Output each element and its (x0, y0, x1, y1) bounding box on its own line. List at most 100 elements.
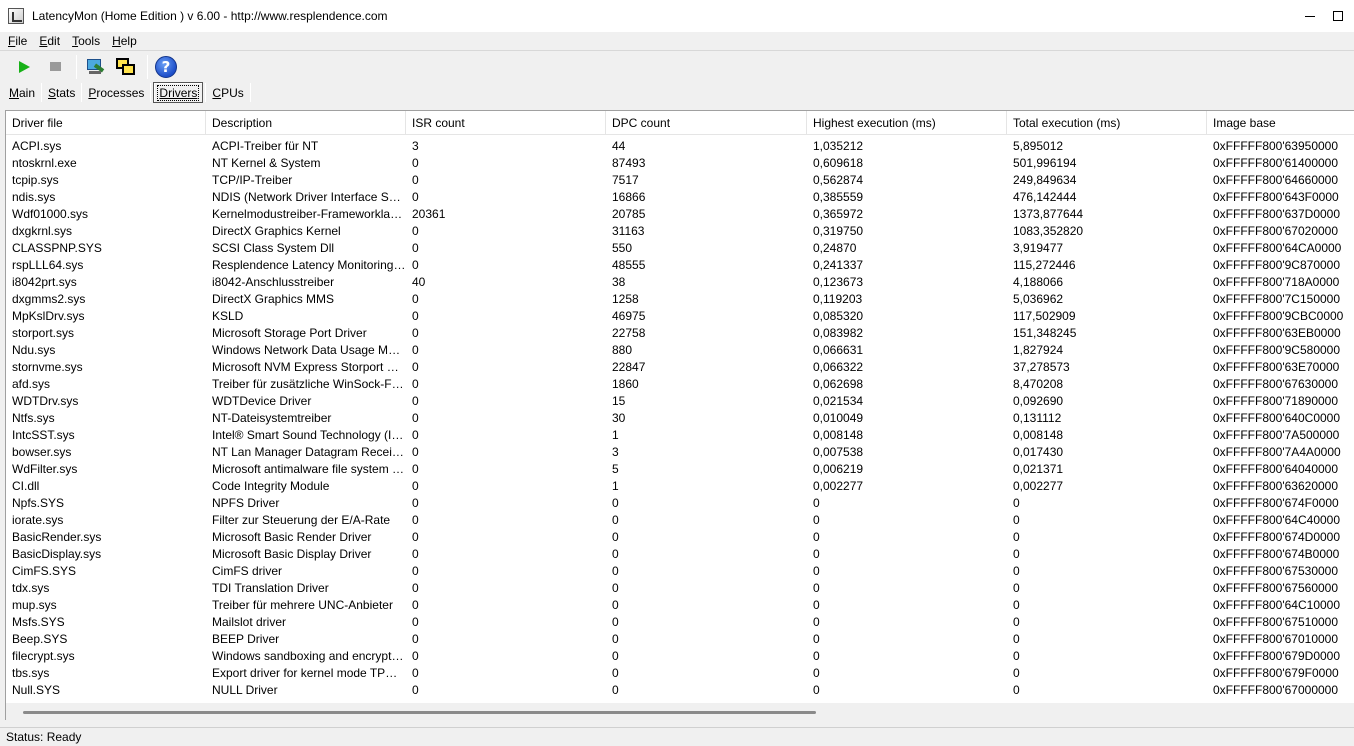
table-row[interactable]: tbs.sys Export driver for kernel mode TPM… (6, 664, 1354, 681)
cell-highest-execution: 0,008148 (813, 427, 864, 442)
tab-main[interactable]: Main (5, 82, 39, 103)
cell-highest-execution: 0,006219 (813, 461, 864, 476)
table-row[interactable]: ACPI.sys ACPI-Treiber für NT 3 44 1,035212 5,… (6, 137, 1354, 154)
table-row[interactable]: Beep.SYS BEEP Driver 0 0 0 0 0xFFFFF800'670100… (6, 630, 1354, 647)
column-header-description[interactable]: Description (206, 111, 406, 135)
table-row[interactable]: Npfs.SYS NPFS Driver 0 0 0 0 0xFFFFF800'674F00… (6, 494, 1354, 511)
minimize-button[interactable] (1287, 0, 1333, 32)
table-row[interactable]: BasicDisplay.sys Microsoft Basic Display … (6, 545, 1354, 562)
table-row[interactable]: storport.sys Microsoft Storage Port Drive… (6, 324, 1354, 341)
table-row[interactable]: tdx.sys TDI Translation Driver 0 0 0 0 0xFFFFF… (6, 579, 1354, 596)
monitor-settings-button[interactable] (81, 54, 109, 80)
cell-description: ACPI-Treiber für NT (212, 138, 319, 153)
cell-total-execution: 0,131112 (1013, 410, 1062, 425)
table-row[interactable]: WDTDrv.sys WDTDevice Driver 0 15 0,021534 0,0… (6, 392, 1354, 409)
table-row[interactable]: CimFS.SYS CimFS driver 0 0 0 0 0xFFFFF800'6753… (6, 562, 1354, 579)
cell-total-execution: 1083,352820 (1013, 223, 1084, 238)
column-header-image-base[interactable]: Image base (1207, 111, 1354, 135)
column-header-isr-count[interactable]: ISR count (406, 111, 606, 135)
cell-total-execution: 151,348245 (1013, 325, 1077, 340)
cell-image-base: 0xFFFFF800'63E70000 (1213, 359, 1340, 374)
cell-driver-file: WdFilter.sys (12, 461, 78, 476)
cell-description: Microsoft NVM Express Storport Mini... (212, 359, 406, 374)
table-row[interactable]: Wdf01000.sys Kernelmodustreiber-Framework… (6, 205, 1354, 222)
tab-processes[interactable]: Processes (84, 82, 148, 103)
help-icon: ? (155, 55, 177, 78)
menu-edit[interactable]: Edit (37, 34, 62, 48)
table-row[interactable]: mup.sys Treiber für mehrere UNC-Anbieter 0… (6, 596, 1354, 613)
table-row[interactable]: MpKslDrv.sys KSLD 0 46975 0,085320 117,502909… (6, 307, 1354, 324)
cell-driver-file: IntcSST.sys (12, 427, 75, 442)
table-row[interactable]: i8042prt.sys i8042-Anschlusstreiber 40 38 0,… (6, 273, 1354, 290)
help-button[interactable]: ? (152, 54, 180, 80)
table-row[interactable]: ntoskrnl.exe NT Kernel & System 0 87493 0,60… (6, 154, 1354, 171)
table-row[interactable]: bowser.sys NT Lan Manager Datagram Receiv… (6, 443, 1354, 460)
horizontal-scrollbar[interactable] (6, 703, 1354, 720)
list-header: Driver file Description ISR count DPC co… (6, 111, 1354, 135)
cell-total-execution: 0 (1013, 512, 1020, 527)
cell-highest-execution: 0 (813, 682, 820, 697)
column-header-highest-execution[interactable]: Highest execution (ms) (807, 111, 1007, 135)
table-row[interactable]: stornvme.sys Microsoft NVM Express Storpo… (6, 358, 1354, 375)
stop-monitor-button[interactable] (41, 54, 69, 80)
cell-dpc-count: 0 (612, 682, 619, 697)
table-row[interactable]: filecrypt.sys Windows sandboxing and encr… (6, 647, 1354, 664)
cell-isr-count: 0 (412, 546, 419, 561)
windows-button[interactable] (112, 54, 140, 80)
cell-isr-count: 0 (412, 512, 419, 527)
cell-dpc-count: 46975 (612, 308, 646, 323)
cell-total-execution: 115,272446 (1013, 257, 1076, 272)
cell-total-execution: 8,470208 (1013, 376, 1064, 391)
table-row[interactable]: WdFilter.sys Microsoft antimalware file s… (6, 460, 1354, 477)
list-body: ACPI.sys ACPI-Treiber für NT 3 44 1,035212 5,… (6, 137, 1354, 703)
cell-description: NT-Dateisystemtreiber (212, 410, 332, 425)
table-row[interactable]: CLASSPNP.SYS SCSI Class System Dll 0 550 0,2… (6, 239, 1354, 256)
tab-stats[interactable]: Stats (44, 82, 79, 103)
table-row[interactable]: Null.SYS NULL Driver 0 0 0 0 0xFFFFF800'670000… (6, 681, 1354, 698)
tab-drivers[interactable]: Drivers (153, 82, 204, 103)
cell-isr-count: 20361 (412, 206, 446, 221)
cell-total-execution: 0 (1013, 614, 1020, 629)
column-header-total-execution[interactable]: Total execution (ms) (1007, 111, 1207, 135)
cell-total-execution: 0,021371 (1013, 461, 1064, 476)
cell-description: Export driver for kernel mode TPM API (212, 665, 406, 680)
cell-isr-count: 0 (412, 478, 419, 493)
table-row[interactable]: dxgkrnl.sys DirectX Graphics Kernel 0 31163… (6, 222, 1354, 239)
table-row[interactable]: Msfs.SYS Mailslot driver 0 0 0 0 0xFFFFF800'67… (6, 613, 1354, 630)
cell-image-base: 0xFFFFF800'67000000 (1213, 682, 1339, 697)
column-header-dpc-count[interactable]: DPC count (606, 111, 807, 135)
table-row[interactable]: tcpip.sys TCP/IP-Treiber 0 7517 0,562874 249,… (6, 171, 1354, 188)
maximize-button[interactable] (1333, 0, 1354, 32)
cell-isr-count: 0 (412, 410, 419, 425)
cell-dpc-count: 20785 (612, 206, 646, 221)
cell-total-execution: 0,002277 (1013, 478, 1064, 493)
table-row[interactable]: Ndu.sys Windows Network Data Usage Monit.… (6, 341, 1354, 358)
tab-cpus[interactable]: CPUs (208, 82, 247, 103)
table-row[interactable]: Ntfs.sys NT-Dateisystemtreiber 0 30 0,010049… (6, 409, 1354, 426)
cell-total-execution: 37,278573 (1013, 359, 1070, 374)
cell-driver-file: stornvme.sys (12, 359, 83, 374)
cell-highest-execution: 0,385559 (813, 189, 864, 204)
table-row[interactable]: ndis.sys NDIS (Network Driver Interface S… (6, 188, 1354, 205)
cell-dpc-count: 22847 (612, 359, 646, 374)
table-row[interactable]: rspLLL64.sys Resplendence Latency Monitor… (6, 256, 1354, 273)
table-row[interactable]: iorate.sys Filter zur Steuerung der E/A-R… (6, 511, 1354, 528)
column-header-driver-file[interactable]: Driver file (6, 111, 206, 135)
table-row[interactable]: CI.dll Code Integrity Module 0 1 0,002277 0,0… (6, 477, 1354, 494)
cell-total-execution: 0 (1013, 580, 1020, 595)
window-title: LatencyMon (Home Edition ) v 6.00 - http… (32, 9, 388, 23)
cell-image-base: 0xFFFFF800'63EB0000 (1213, 325, 1341, 340)
table-row[interactable]: dxgmms2.sys DirectX Graphics MMS 0 1258 0,11… (6, 290, 1354, 307)
table-row[interactable]: afd.sys Treiber für zusätzliche WinSock-F… (6, 375, 1354, 392)
menu-help[interactable]: Help (110, 34, 139, 48)
scrollbar-thumb[interactable] (23, 711, 816, 714)
table-row[interactable]: IntcSST.sys Intel® Smart Sound Technology… (6, 426, 1354, 443)
cell-image-base: 0xFFFFF800'679D0000 (1213, 648, 1341, 663)
start-monitor-button[interactable] (10, 54, 38, 80)
menu-tools[interactable]: Tools (70, 34, 102, 48)
cell-highest-execution: 0 (813, 665, 820, 680)
menu-file[interactable]: File (6, 34, 29, 48)
drivers-list[interactable]: Driver file Description ISR count DPC co… (5, 110, 1354, 720)
table-row[interactable]: BasicRender.sys Microsoft Basic Render Dr… (6, 528, 1354, 545)
cell-isr-count: 3 (412, 138, 419, 153)
